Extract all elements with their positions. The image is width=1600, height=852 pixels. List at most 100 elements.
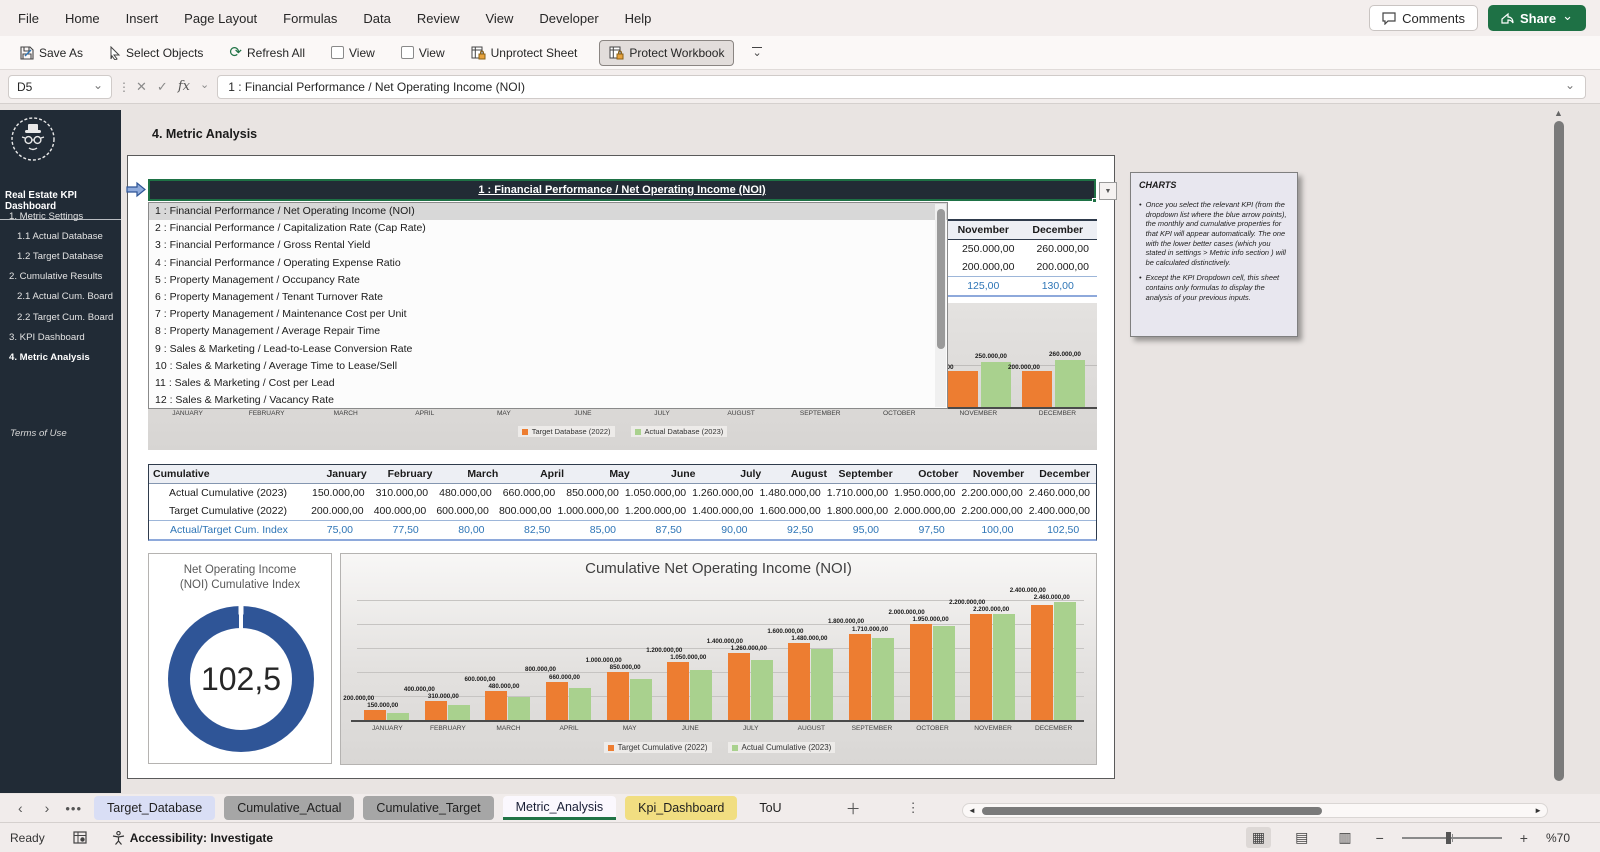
kpi-option[interactable]: 8 : Property Management / Average Repair… [149, 323, 947, 340]
kpi-option[interactable]: 9 : Sales & Marketing / Lead-to-Lease Co… [149, 341, 947, 358]
menu-formulas[interactable]: Formulas [283, 11, 337, 26]
page-break-view-button[interactable]: ▥ [1332, 827, 1357, 848]
sidebar-item-1-1-actual-database[interactable]: 1.1 Actual Database [0, 226, 121, 246]
sheet-list-button[interactable]: ••• [65, 801, 82, 816]
menu-home[interactable]: Home [65, 11, 100, 26]
sheet-tabs: Target_Database Cumulative_Actual Cumulati… [94, 796, 804, 820]
sheet-tab-target_database[interactable]: Target_Database [94, 796, 216, 820]
scroll-left-icon[interactable]: ◄ [968, 806, 976, 815]
horizontal-scrollbar-thumb[interactable] [981, 806, 1322, 815]
vertical-scrollbar-thumb[interactable] [1554, 121, 1564, 781]
select-objects-button[interactable]: Select Objects [105, 40, 207, 66]
menu-developer[interactable]: Developer [539, 11, 598, 26]
sidebar-terms-link[interactable]: Terms of Use [10, 428, 67, 439]
view-checkbox-1[interactable]: View [327, 40, 379, 66]
chevron-down-icon[interactable]: ⌄ [93, 78, 103, 92]
scroll-right-icon[interactable]: ► [1534, 806, 1542, 815]
kpi-option[interactable]: 4 : Financial Performance / Operating Ex… [149, 255, 947, 272]
sheet-tab-tou[interactable]: ToU [746, 796, 794, 820]
x-axis-label: MARCH [496, 725, 521, 732]
sidebar-item-2-cumulative-results[interactable]: 2. Cumulative Results [0, 267, 121, 287]
sheet-tab-cumulative_target[interactable]: Cumulative_Target [363, 796, 494, 820]
sheet-tab-cumulative_actual[interactable]: Cumulative_Actual [224, 796, 355, 820]
toolbar-overflow-button[interactable]: ⌄ [752, 47, 762, 59]
name-box[interactable]: D5 ⌄ [8, 74, 112, 99]
formula-input[interactable]: 1 : Financial Performance / Net Operatin… [217, 74, 1586, 99]
scroll-up-icon[interactable]: ▲ [1554, 108, 1563, 118]
row-label: Actual Cumulative (2023) [169, 487, 287, 499]
insert-function-icon[interactable]: fx [178, 79, 190, 94]
zoom-slider-thumb[interactable] [1445, 831, 1451, 844]
selection-fill-handle[interactable] [1092, 198, 1097, 203]
target-data-label: 600.000,00 [464, 675, 496, 683]
sidebar-item-4-metric-analysis[interactable]: 4. Metric Analysis [0, 347, 121, 367]
kpi-option[interactable]: 3 : Financial Performance / Gross Rental… [149, 237, 947, 254]
chevron-down-icon[interactable]: ⌄ [200, 78, 209, 91]
refresh-all-label: Refresh All [246, 45, 306, 60]
vertical-scrollbar[interactable]: ▲ ▼ [1551, 108, 1568, 814]
zoom-slider[interactable] [1401, 831, 1502, 844]
sheet-tab-kpi_dashboard[interactable]: Kpi_Dashboard [625, 796, 738, 820]
menu-page-layout[interactable]: Page Layout [184, 11, 257, 26]
menu-insert[interactable]: Insert [126, 11, 159, 26]
macro-record-icon[interactable] [73, 830, 88, 845]
target-data-label: 2.200.000,00 [949, 599, 986, 607]
confirm-entry-icon[interactable]: ✓ [157, 79, 168, 95]
save-as-button[interactable]: Save As [16, 40, 87, 66]
sheet-nav-left-icon[interactable]: ‹ [18, 800, 23, 816]
table-cell: 2.000.000,00 [894, 505, 956, 517]
kpi-option[interactable]: 12 : Sales & Marketing / Vacancy Rate [149, 392, 947, 409]
checkbox-icon[interactable] [400, 46, 414, 59]
kpi-option[interactable]: 11 : Sales & Marketing / Cost per Lead [149, 375, 947, 392]
dropdown-scrollbar[interactable] [935, 204, 946, 407]
kpi-dropdown-button[interactable]: ▼ [1099, 182, 1117, 200]
x-axis-label: OCTOBER [882, 410, 916, 417]
menu-view[interactable]: View [485, 11, 513, 26]
table-cell: 90,00 [721, 524, 748, 536]
view-checkbox-2[interactable]: View [397, 40, 449, 66]
legend-label: Target Cumulative (2022) [617, 743, 708, 752]
share-button[interactable]: Share ⌄ [1487, 5, 1586, 31]
kpi-option[interactable]: 1 : Financial Performance / Net Operatin… [149, 203, 947, 221]
sidebar-item-1-2-target-database[interactable]: 1.2 Target Database [0, 246, 121, 266]
kpi-option[interactable]: 10 : Sales & Marketing / Average Time to… [149, 358, 947, 375]
actual-bar [569, 688, 592, 720]
tab-options-button[interactable]: ⋮ [907, 800, 920, 816]
protect-workbook-button[interactable]: Protect Workbook [599, 39, 735, 66]
menu-review[interactable]: Review [417, 11, 460, 26]
add-sheet-button[interactable]: ＋ [846, 798, 861, 819]
sidebar-item-1-metric-settings[interactable]: 1. Metric Settings [0, 206, 121, 226]
dropdown-scrollbar-thumb[interactable] [936, 209, 945, 349]
horizontal-scrollbar[interactable]: ◄ ► [962, 803, 1548, 818]
menu-data[interactable]: Data [363, 11, 390, 26]
kpi-option[interactable]: 2 : Financial Performance / Capitalizati… [149, 220, 947, 237]
cancel-entry-icon[interactable]: ✕ [136, 79, 147, 95]
actual-data-label: 1.260.000,00 [730, 644, 767, 652]
zoom-out-button[interactable]: − [1376, 830, 1384, 846]
kpi-option[interactable]: 6 : Property Management / Tenant Turnove… [149, 289, 947, 306]
sidebar-item-2-2-target-cum-board[interactable]: 2.2 Target Cum. Board [0, 307, 121, 327]
checkbox-icon[interactable] [331, 46, 345, 59]
sheet-nav-right-icon[interactable]: › [45, 800, 50, 816]
menu-file[interactable]: File [18, 11, 39, 26]
sheet-tab-metric_analysis[interactable]: Metric_Analysis [502, 796, 617, 820]
accessibility-status[interactable]: Accessibility: Investigate [112, 830, 273, 845]
table-cell: 75,00 [326, 524, 354, 536]
refresh-all-button[interactable]: ⟳ Refresh All [225, 40, 309, 66]
sidebar-item-3-kpi-dashboard[interactable]: 3. KPI Dashboard [0, 327, 121, 347]
refresh-all-icon: ⟳ [229, 43, 242, 61]
formula-bar-expand-icon[interactable]: ⌄ [1565, 78, 1575, 92]
unprotect-sheet-button[interactable]: Unprotect Sheet [467, 40, 582, 66]
actual-data-label: 310.000,00 [427, 692, 459, 700]
normal-view-button[interactable]: ▦ [1245, 827, 1272, 848]
zoom-in-button[interactable]: + [1520, 830, 1528, 846]
status-bar: Ready Accessibility: Investigate ▦ ▤ ▥ −… [0, 822, 1600, 852]
zoom-level: %70 [1545, 830, 1570, 845]
page-layout-view-button[interactable]: ▤ [1289, 827, 1314, 848]
kpi-option[interactable]: 7 : Property Management / Maintenance Co… [149, 306, 947, 323]
menu-help[interactable]: Help [625, 11, 652, 26]
kpi-option[interactable]: 5 : Property Management / Occupancy Rate [149, 272, 947, 289]
sidebar-item-2-1-actual-cum-board[interactable]: 2.1 Actual Cum. Board [0, 287, 121, 307]
comments-button[interactable]: Comments [1369, 5, 1478, 31]
kpi-dropdown-selected-cell[interactable]: 1 : Financial Performance / Net Operatin… [148, 179, 1096, 201]
